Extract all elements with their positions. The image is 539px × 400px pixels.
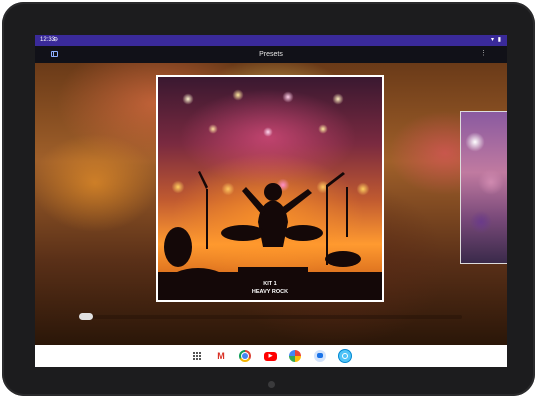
preset-label: KIT 1 HEAVY ROCK bbox=[158, 280, 382, 296]
app-bar: Presets ⋮ bbox=[35, 46, 507, 63]
photos-icon[interactable] bbox=[289, 350, 301, 362]
taskbar: M ▶ bbox=[35, 345, 507, 367]
gmail-icon[interactable]: M bbox=[215, 350, 227, 362]
messages-icon[interactable] bbox=[314, 350, 326, 362]
status-bar: 12:33 ⊖ ▾ ▮ bbox=[35, 35, 507, 46]
preset-label-line2: HEAVY ROCK bbox=[251, 289, 289, 295]
preset-label-line1: KIT 1 bbox=[263, 281, 277, 287]
app-drawer-icon[interactable] bbox=[192, 351, 202, 361]
more-vert-icon[interactable]: ⋮ bbox=[480, 49, 487, 59]
screen: 12:33 ⊖ ▾ ▮ Presets ⋮ KIT 1 HEAVY ROCK M… bbox=[35, 35, 507, 367]
status-icons: ▾ ▮ bbox=[491, 37, 502, 43]
youtube-icon[interactable]: ▶ bbox=[264, 352, 277, 361]
chrome-icon[interactable] bbox=[239, 350, 251, 362]
carousel-scrollbar-track[interactable] bbox=[79, 315, 462, 319]
next-preset-card[interactable] bbox=[460, 111, 507, 264]
app-icon[interactable] bbox=[339, 350, 351, 362]
preset-carousel[interactable]: KIT 1 HEAVY ROCK bbox=[35, 63, 507, 345]
front-camera bbox=[268, 381, 275, 388]
carousel-scrollbar-thumb[interactable] bbox=[79, 313, 93, 320]
drummer-silhouette bbox=[158, 171, 382, 300]
info-icon: ⊖ bbox=[53, 37, 59, 43]
tablet-frame: 12:33 ⊖ ▾ ▮ Presets ⋮ KIT 1 HEAVY ROCK M… bbox=[2, 2, 535, 396]
page-title: Presets bbox=[259, 51, 283, 58]
preset-card[interactable]: KIT 1 HEAVY ROCK bbox=[156, 75, 384, 302]
